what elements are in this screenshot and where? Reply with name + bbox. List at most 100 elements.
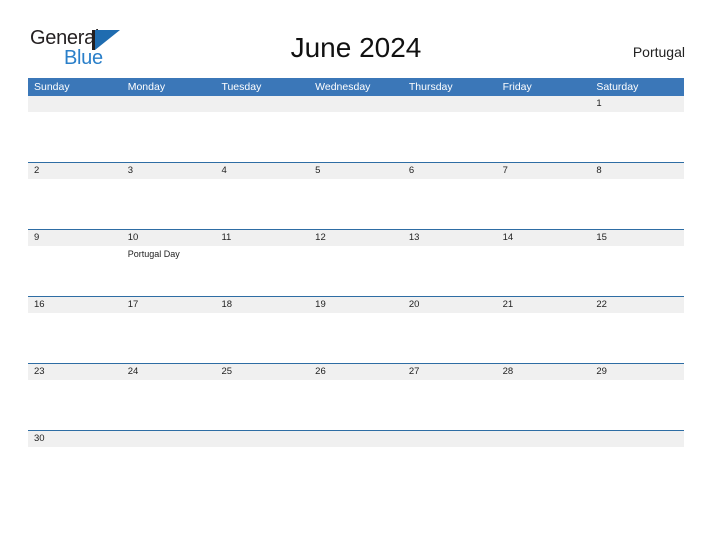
day-number[interactable]: 23 [28, 364, 122, 380]
calendar-grid: Sunday Monday Tuesday Wednesday Thursday… [28, 78, 684, 447]
day-number-empty [28, 96, 122, 112]
day-number[interactable]: 10 [122, 230, 216, 246]
page-title: June 2024 [290, 32, 422, 63]
weekday-monday: Monday [127, 81, 166, 93]
weekday-friday: Friday [502, 81, 532, 93]
day-cell[interactable] [28, 179, 122, 229]
day-number-empty [215, 96, 309, 112]
day-number[interactable]: 29 [590, 364, 684, 380]
day-number[interactable]: 19 [309, 297, 403, 313]
day-number[interactable]: 21 [497, 297, 591, 313]
week-date-band: 16 17 18 19 20 21 22 [28, 297, 684, 313]
day-cell[interactable] [122, 380, 216, 430]
day-cell[interactable] [309, 112, 403, 162]
week-date-band: 23 24 25 26 27 28 29 [28, 364, 684, 380]
weekday-wednesday: Wednesday [315, 81, 371, 93]
day-cell[interactable] [215, 313, 309, 363]
day-number[interactable]: 8 [590, 163, 684, 179]
day-cell[interactable] [122, 112, 216, 162]
week-event-band [28, 380, 684, 430]
day-cell[interactable] [590, 380, 684, 430]
day-number[interactable]: 26 [309, 364, 403, 380]
day-number-empty [309, 431, 403, 447]
week-date-band: 2345678 [28, 163, 684, 179]
week-date-band: 30 [28, 431, 684, 447]
day-number[interactable]: 22 [590, 297, 684, 313]
day-number[interactable]: 11 [215, 230, 309, 246]
day-number[interactable]: 5 [309, 163, 403, 179]
day-cell[interactable] [28, 380, 122, 430]
day-number-empty [122, 96, 216, 112]
day-cell[interactable] [497, 179, 591, 229]
weekday-header-row: Sunday Monday Tuesday Wednesday Thursday… [28, 78, 684, 96]
country-label: Portugal [632, 44, 685, 60]
day-cell[interactable] [403, 380, 497, 430]
day-cell[interactable] [309, 313, 403, 363]
week-event-band [28, 112, 684, 162]
day-cell[interactable] [590, 112, 684, 162]
day-cell[interactable] [497, 313, 591, 363]
calendar-week-row: 23 24 25 26 27 28 29 [28, 363, 684, 430]
day-cell[interactable] [403, 313, 497, 363]
day-cell[interactable] [590, 313, 684, 363]
day-cell[interactable] [28, 112, 122, 162]
day-number[interactable]: 18 [215, 297, 309, 313]
day-cell[interactable] [215, 246, 309, 296]
day-number[interactable]: 24 [122, 364, 216, 380]
day-number-empty [497, 96, 591, 112]
day-cell[interactable] [309, 380, 403, 430]
day-cell[interactable] [403, 246, 497, 296]
day-number-empty [497, 431, 591, 447]
weekday-saturday: Saturday [596, 81, 639, 93]
day-number[interactable]: 17 [122, 297, 216, 313]
week-event-band [28, 313, 684, 363]
day-cell[interactable] [28, 313, 122, 363]
day-number[interactable]: 15 [590, 230, 684, 246]
week-date-band: 1 [28, 96, 684, 112]
calendar-week-row: 1 [28, 96, 684, 162]
weekday-sunday: Sunday [34, 81, 70, 93]
day-number[interactable]: 2 [28, 163, 122, 179]
week-event-band [28, 179, 684, 229]
day-number-empty [215, 431, 309, 447]
day-number[interactable]: 14 [497, 230, 591, 246]
day-cell[interactable] [403, 179, 497, 229]
day-number[interactable]: 25 [215, 364, 309, 380]
day-cell[interactable] [309, 246, 403, 296]
day-cell[interactable]: Portugal Day [122, 246, 216, 296]
day-cell[interactable] [28, 246, 122, 296]
day-cell[interactable] [215, 380, 309, 430]
day-cell[interactable] [497, 112, 591, 162]
day-cell[interactable] [403, 112, 497, 162]
day-cell[interactable] [122, 179, 216, 229]
day-cell[interactable] [497, 246, 591, 296]
day-cell[interactable] [309, 179, 403, 229]
day-cell[interactable] [215, 112, 309, 162]
day-number[interactable]: 3 [122, 163, 216, 179]
calendar-page: General Blue June 2024 Portugal Sunday M… [0, 0, 712, 550]
day-cell[interactable] [215, 179, 309, 229]
day-number[interactable]: 1 [590, 96, 684, 112]
day-cell[interactable] [590, 179, 684, 229]
day-number[interactable]: 16 [28, 297, 122, 313]
day-cell[interactable] [122, 313, 216, 363]
calendar-week-row: 16 17 18 19 20 21 22 [28, 296, 684, 363]
calendar-week-row: 2345678 [28, 162, 684, 229]
day-number[interactable]: 4 [215, 163, 309, 179]
day-number[interactable]: 27 [403, 364, 497, 380]
day-number[interactable]: 28 [497, 364, 591, 380]
day-cell[interactable] [497, 380, 591, 430]
day-number[interactable]: 9 [28, 230, 122, 246]
week-event-band: Portugal Day [28, 246, 684, 296]
day-number[interactable]: 6 [403, 163, 497, 179]
day-number-empty [403, 96, 497, 112]
day-cell[interactable] [590, 246, 684, 296]
calendar-weeks: 1 2 3 4 5 6 7 8 9 10 11 12 13 14 15 Portugal Day 16 17 18 1… [28, 96, 684, 447]
day-number[interactable]: 12 [309, 230, 403, 246]
day-number[interactable]: 30 [28, 431, 122, 447]
day-number[interactable]: 20 [403, 297, 497, 313]
day-number[interactable]: 13 [403, 230, 497, 246]
week-date-band: 9 10 11 12 13 14 15 [28, 230, 684, 246]
day-number-empty [122, 431, 216, 447]
day-number[interactable]: 7 [497, 163, 591, 179]
